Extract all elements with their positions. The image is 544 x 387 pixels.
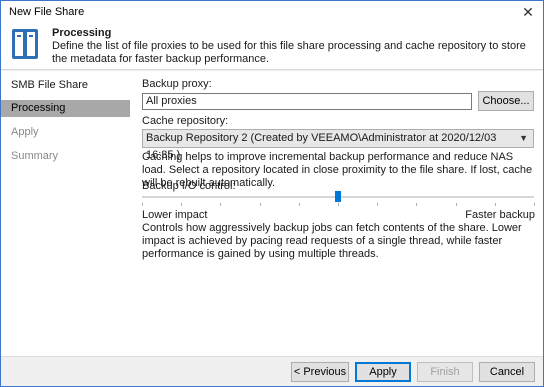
cache-repository-label: Cache repository: <box>142 115 229 127</box>
step-title: Processing <box>52 27 112 39</box>
cancel-button[interactable]: Cancel <box>479 362 535 382</box>
previous-button[interactable]: < Previous <box>291 362 349 382</box>
chevron-down-icon: ▼ <box>519 133 528 143</box>
wizard-header: Processing Define the list of file proxi… <box>1 24 543 70</box>
slider-tick <box>377 203 379 206</box>
choose-proxy-button[interactable]: Choose... <box>478 91 534 111</box>
close-icon[interactable]: ✕ <box>513 1 543 24</box>
backup-proxy-label: Backup proxy: <box>142 78 212 90</box>
io-min-label: Lower impact <box>142 209 208 221</box>
sidebar-item-smb-file-share[interactable]: SMB File Share <box>1 77 130 94</box>
slider-tick <box>220 203 222 206</box>
io-control-help: Controls how aggressively backup jobs ca… <box>142 222 522 260</box>
slider-tick <box>455 203 457 206</box>
wizard-steps-sidebar: SMB File Share Processing Apply Summary <box>1 71 131 356</box>
wizard-footer: < Previous Apply Finish Cancel <box>1 356 543 386</box>
slider-tick <box>181 203 183 206</box>
io-control-label: Backup I/O control: <box>142 180 236 192</box>
slider-tick <box>416 203 418 206</box>
file-share-icon <box>12 29 38 59</box>
slider-tick <box>298 203 300 206</box>
sidebar-item-processing[interactable]: Processing <box>1 100 130 117</box>
slider-tick <box>259 203 261 206</box>
title-bar: New File Share ✕ <box>1 1 543 24</box>
window-title: New File Share <box>9 6 85 18</box>
finish-button: Finish <box>417 362 473 382</box>
io-max-label: Faster backup <box>465 209 535 221</box>
slider-tick <box>534 203 535 206</box>
apply-button[interactable]: Apply <box>355 362 411 382</box>
slider-tick <box>494 203 496 206</box>
cache-repository-select[interactable]: Backup Repository 2 (Created by VEEAMO\A… <box>142 129 534 161</box>
new-file-share-dialog: New File Share ✕ Processing Define the l… <box>0 0 544 387</box>
backup-proxy-field[interactable]: All proxies <box>142 93 472 110</box>
slider-tick <box>338 203 339 206</box>
sidebar-item-summary: Summary <box>11 150 59 162</box>
processing-settings-panel: Backup proxy: All proxies Choose... Cach… <box>131 71 543 356</box>
io-control-slider-thumb[interactable] <box>335 191 341 202</box>
slider-tick <box>142 203 143 206</box>
step-description: Define the list of file proxies to be us… <box>52 40 526 65</box>
sidebar-item-apply: Apply <box>11 126 39 138</box>
